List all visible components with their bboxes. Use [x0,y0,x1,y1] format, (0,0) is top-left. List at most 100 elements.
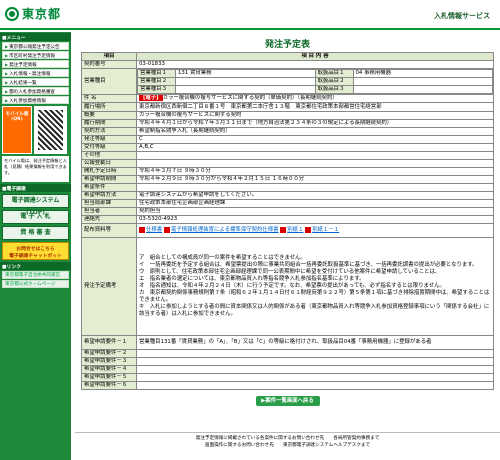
table-row: 希望申請要件－５ [81,373,494,382]
e-bid-button[interactable]: 電 子 入 札 [2,210,69,224]
row-label: 発注等級 [81,135,137,144]
row-value: 03-01833 [136,60,494,69]
row-value-text: カラー複合機の複写サービスに関する契約 [139,112,242,119]
row-value: 令和４年３月７日 ９時３０分 [136,167,494,176]
order-schedule-table: 項目 項 目 内 容 契約番号 03-01833 営業種目 営業種目１ 131 賃貸業務… [81,52,494,390]
bullet-icon: ▶ [5,98,9,103]
document-link[interactable]: 仕様書 [139,226,163,234]
link-joint-operation[interactable]: 東京都電子自治体共同運営 [2,271,69,279]
row-value-text: 住宅政策本部住宅企画部企画経理課 [139,200,226,207]
document-link[interactable]: 別紙１－１ [305,226,340,234]
sidebar-item-1[interactable]: ▶市区町村発注予定情報 [2,51,69,59]
sidebar-item-label: 市区町村発注予定情報 [9,54,56,59]
bullet-icon: ▶ [5,44,9,49]
sidebar: ■メニュー ▶東京都公報発注予定公告 ▶市区町村発注予定情報 ▶発注予定情報 ▶入札情… [0,32,71,460]
qr-code-icon [34,106,67,154]
row-label: 希望申請要件－５ [81,373,137,382]
tokyo-emblem-icon [5,6,19,21]
row-label: 希望申請方法 [81,191,137,200]
table-row: 契約方法 希望制指名競争入札（長期継続契約） [81,127,494,136]
row-label: 担当者 [81,207,137,216]
sidebar-item-4[interactable]: ▶入札結果一覧 [2,78,69,86]
help-banner[interactable]: お問合せはこちら 電子調達チャットボット [2,242,69,260]
bullet-icon: ▶ [5,53,9,58]
back-to-list-button[interactable]: ▶案件一覧画面へ戻る [255,396,320,406]
business-type-table: 営業種目１ 131 賃貸業務 取扱品目１ 04 事務用機器 営業種目２ 取扱品目２ 営業種目… [137,69,493,94]
business-v: 131 賃貸業務 [175,69,316,78]
row-value-text: 03-5320-4923 [139,216,178,223]
table-row: 配布資料等 仕様書 電子情報処理装置による標準保守契約仕様書 別紙１ 別紙１－１ [81,223,494,238]
sidebar-item-2[interactable]: ▶発注予定情報 [2,60,69,68]
row-value-text: 電子調達システムから希望申請をしてください。 [139,192,258,199]
row-label: 希望申請要件－２ [81,349,137,358]
business-k: 営業種目２ [137,77,176,86]
menu-heading: ■メニュー [0,33,71,41]
row-value: 希望制指名競争入札（長期継続契約） [136,127,494,136]
main-content: 発注予定表 項目 項 目 内 容 契約番号 03-01833 営業種目 営業種目１ 13… [81,32,494,406]
row-value-text: カラー複合機の複写サービスに関する契約（単価契約）（長期継続契約） [162,95,338,102]
table-row: 公報登載日 [81,159,494,168]
row-value [136,349,494,358]
note-line: キ 入札に参加しようとする者の間に資本関係又は人的関係がある者（東京都物品買入れ… [139,304,490,317]
row-label: 発注予定備考 [81,237,137,336]
table-row: 履行場所 東京都新宿区西新宿二丁目８番１号 東京都第二本庁舎１３階 東京都住宅政策… [81,102,494,112]
document-link[interactable]: 別紙１ [280,226,304,234]
row-label: 希望申請要件－１ [81,335,137,350]
bullet-icon: ▶ [5,71,9,76]
business-row: 営業種目３ 取扱品目３ [137,85,493,94]
electronic-badge: 【電子】 [139,95,163,101]
business-row: 営業種目２ 取扱品目２ [137,77,493,86]
table-row: 連絡先 03-5320-4923 [81,215,494,224]
mobile-sub: (QR) [11,117,23,122]
row-value: C [136,135,494,144]
footer: 発注予定情報に掲載されている各案件に関するお問い合わせ先 各局所管契約事務まで … [75,432,500,449]
row-label: 履行期間 [81,119,137,128]
table-row: 希望申請要件－３ [81,357,494,366]
row-value-text: A,B,C [139,144,154,151]
row-value: カラー複合機の複写サービスに関する契約 [136,111,494,120]
row-value: 令和４年４月１日から令和７年３月３１日まで（地方自治法第２３４条の３の規定による… [136,119,494,128]
row-label: 希望申請要件－６ [81,381,137,390]
mobile-button[interactable]: モバイル版 (QR) [2,106,32,154]
note-line: カ 東京都契約関係事務規則第７条（昭和６２年１月１４日付６１財経庶第９２２号）第… [139,290,490,303]
sidebar-item-label: 入札結果一覧 [9,81,37,86]
tokyo-logo[interactable]: 東京都 [5,5,61,22]
links-heading: ■リンク [0,262,71,270]
qualification-button[interactable]: 資 格 審 査 [2,226,69,240]
business-v [175,85,316,94]
row-value-text: 令和４年４月１日から令和７年３月３１日まで（地方自治法第２３４条の３の規定による… [139,120,393,127]
row-value: 電子調達システムから希望申請をしてください。 [136,191,494,200]
sidebar-item-label: 入札情報・発注情報 [9,72,51,77]
sidebar-item-label: 入札参加資格情報 [9,99,46,104]
row-label: 希望申請要件－４ [81,365,137,374]
ep-system-top-button[interactable]: 電子調達システム(TOP) [2,194,69,216]
sidebar-item-0[interactable]: ▶東京都公報発注予定公告 [2,42,69,50]
header-item: 項目 [81,52,137,61]
document-link-label: 仕様書 [146,227,163,234]
business-v2 [352,85,493,94]
sidebar-item-5[interactable]: ▶都の入札参加資格審査 [2,87,69,95]
table-row: 担当局部課 住宅政策本部住宅企画部企画経理課 [81,199,494,208]
link-tokyo-homepage[interactable]: 東京都公式ホームページ [2,280,69,288]
table-row: 希望条件 [81,183,494,192]
row-value-text: C [139,136,143,143]
footer-contact-projects: 発注予定情報に掲載されている各案件に関するお問い合わせ先 各局所管契約事務まで [195,436,380,441]
row-label: 受付等級 [81,143,137,152]
document-link-label: 別紙１－１ [312,227,340,234]
row-value: ア 組合としての構成員が同一の案件を希望することはできません。イ 一括再委託を予… [136,237,494,336]
table-row: 希望申請要件－１ 営業種目131番「賃貸業務」の「A」、「B」又は「C」の等級に格… [81,335,494,350]
document-link[interactable]: 電子情報処理装置による標準保守契約仕様書 [163,226,279,233]
row-value-text: 契約担当 [139,208,161,215]
sidebar-item-3[interactable]: ▶入札情報・発注情報 [2,69,69,77]
row-value: 営業種目１ 131 賃貸業務 取扱品目１ 04 事務用機器 営業種目２ 取扱品目２ 営業種目… [136,68,494,95]
business-row: 営業種目１ 131 賃貸業務 取扱品目１ 04 事務用機器 [137,69,493,78]
business-v [175,77,316,86]
table-row: 開札予定日時 令和４年３月７日 ９時３０分 [81,167,494,176]
row-label: 連絡先 [81,215,137,224]
row-value [136,159,494,168]
row-label: 担当局部課 [81,199,137,208]
row-label: 配布資料等 [81,223,137,238]
table-row: 希望申請要件－６ [81,381,494,390]
document-link-label: 別紙１ [287,227,304,234]
sidebar-item-6[interactable]: ▶入札参加資格情報 [2,96,69,104]
